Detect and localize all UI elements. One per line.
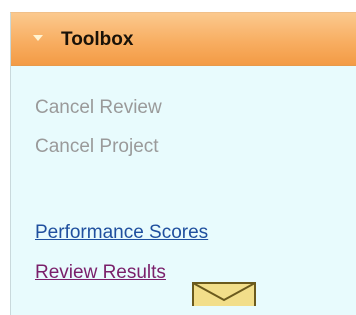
cancel-review-item: Cancel Review xyxy=(35,97,162,118)
toolbox-header[interactable]: Toolbox xyxy=(11,13,356,66)
toolbox-panel: Toolbox Cancel Review Cancel Project Per… xyxy=(10,12,356,315)
cancel-project-item: Cancel Project xyxy=(35,136,159,157)
performance-scores-link[interactable]: Performance Scores xyxy=(35,221,208,245)
chevron-down-icon[interactable] xyxy=(33,35,43,41)
review-results-link[interactable]: Review Results xyxy=(35,261,166,285)
envelope-icon[interactable] xyxy=(192,282,256,306)
toolbox-title: Toolbox xyxy=(61,29,134,50)
